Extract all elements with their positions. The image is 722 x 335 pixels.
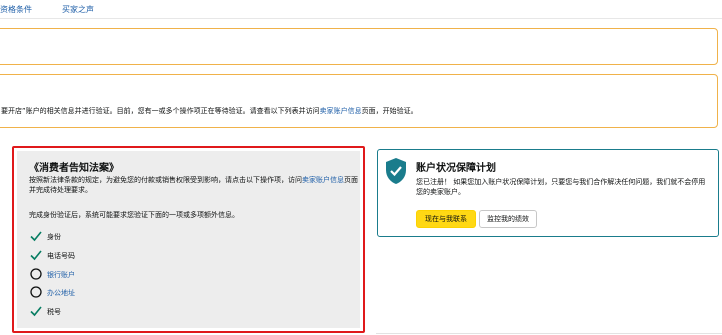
account-health-description: 您已注册！ 如果您加入账户状况保障计划，只要您与我们合作解决任何问题，我们就不会… — [416, 178, 706, 196]
consumer-notice-panel: 《消费者告知法案》 按照新法律条款的规定，为避免您的付款或销售权限受到影响，请点… — [12, 146, 365, 333]
empty-circle-icon — [30, 286, 42, 298]
tab-voice-of-customer[interactable]: 买家之声 — [62, 4, 94, 15]
office-address-link[interactable]: 办公地址 — [47, 288, 75, 298]
account-health-panel: 账户状况保障计划 您已注册！ 如果您加入账户状况保障计划，只要您与我们合作解决任… — [377, 149, 719, 237]
seller-account-info-link[interactable]: 卖家账户信息 — [302, 176, 344, 184]
monitor-performance-button[interactable]: 监控我的绩效 — [479, 210, 537, 228]
verification-alert-text: 要开店”账户的相关信息并进行验证。目前，您有一或多个操作项正在等待验证。请查看以… — [1, 107, 418, 115]
alert-box — [0, 28, 718, 65]
contact-me-button[interactable]: 现在与我联系 — [416, 210, 476, 228]
tab-eligibility[interactable]: 资格条件 — [0, 4, 32, 15]
check-icon — [30, 250, 42, 261]
seller-account-info-link[interactable]: 卖家账户信息 — [320, 107, 362, 115]
consumer-notice-title: 《消费者告知法案》 — [29, 163, 119, 174]
check-icon — [30, 306, 42, 317]
empty-circle-icon — [30, 268, 42, 280]
divider — [376, 333, 722, 334]
check-icon — [30, 231, 42, 242]
shield-check-icon — [386, 158, 406, 184]
account-health-title: 账户状况保障计划 — [416, 163, 496, 174]
consumer-notice-description: 按照新法律条款的规定，为避免您的付款或销售权限受到影响，请点击以下操作项，访问卖… — [29, 176, 358, 194]
divider — [0, 18, 722, 19]
verification-alert: 要开店”账户的相关信息并进行验证。目前，您有一或多个操作项正在等待验证。请查看以… — [0, 74, 718, 128]
consumer-notice-body: 《消费者告知法案》 按照新法律条款的规定，为避免您的付款或销售权限受到影响，请点… — [17, 151, 360, 328]
verification-note: 完成身份验证后，系统可能要求您验证下面的一项或多项额外信息。 — [29, 211, 239, 219]
bank-account-link[interactable]: 银行账户 — [47, 270, 75, 280]
